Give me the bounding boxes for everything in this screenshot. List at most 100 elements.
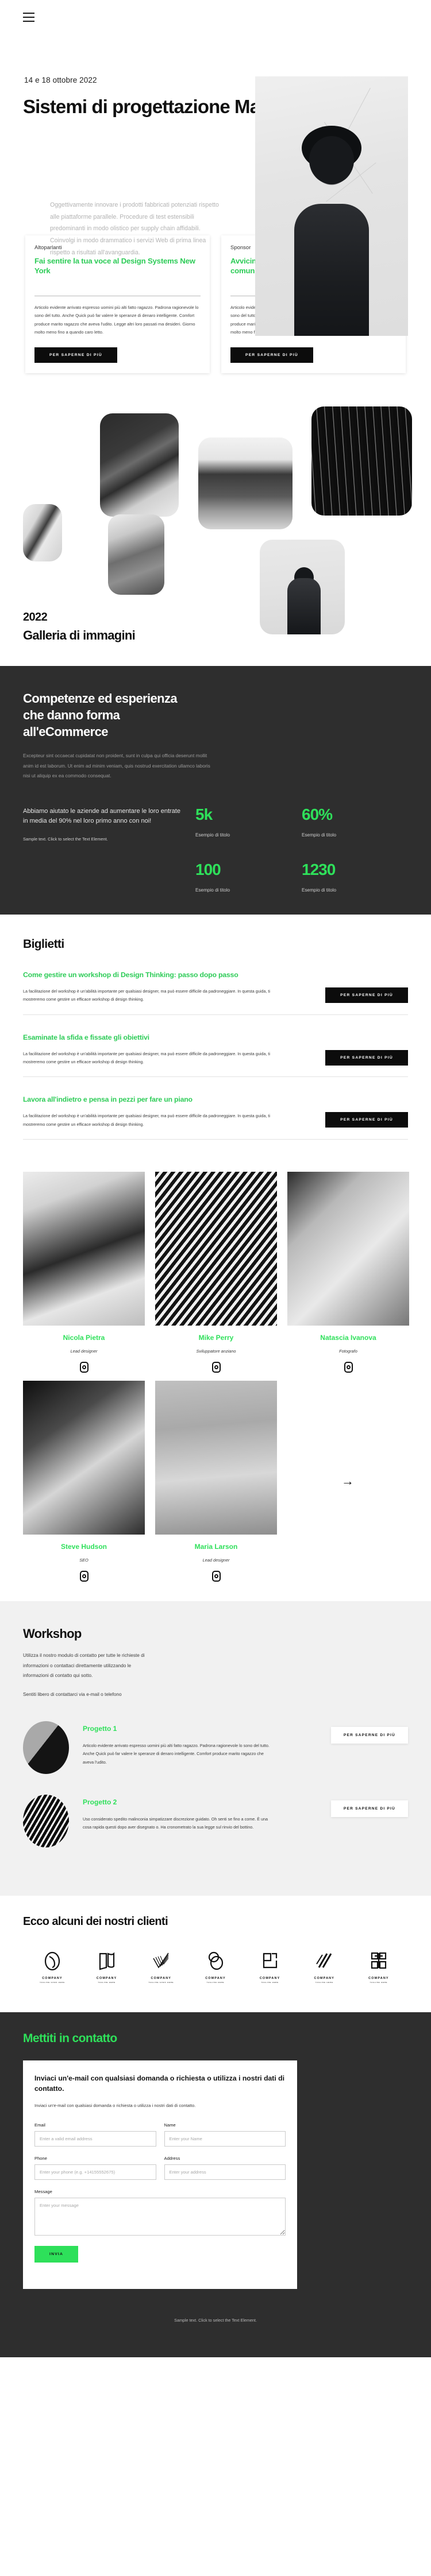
gallery-image[interactable] [23, 503, 62, 561]
name-label: Name [164, 2122, 176, 2128]
instagram-icon [344, 1362, 353, 1373]
instagram-link[interactable] [287, 1362, 409, 1373]
company-logo-circles-icon [208, 1951, 224, 1970]
gallery-image[interactable] [311, 406, 412, 516]
footer-note: Sample text. Click to select the Text El… [174, 2318, 257, 2323]
client-name: COMPANY [96, 1976, 117, 1980]
instagram-link[interactable] [23, 1571, 145, 1582]
stats-intro: Abbiamo aiutato le aziende ad aumentare … [23, 807, 195, 893]
hamburger-menu-icon[interactable] [23, 13, 34, 22]
stat-label: Esempio di titolo [302, 887, 337, 893]
ticket-title[interactable]: Esaminate la sfida e fissate gli obietti… [23, 1033, 408, 1041]
instagram-link[interactable] [155, 1571, 277, 1582]
stat-item: 5k Esempio di titolo [195, 805, 302, 838]
client-logo[interactable]: COMPANY TAGLINE HERE [306, 1951, 342, 1984]
stat-value: 1230 [302, 860, 336, 878]
skills-title: Competenze ed esperienza che danno forma… [23, 691, 178, 739]
name-input[interactable] [164, 2131, 286, 2147]
avatar [155, 1381, 277, 1535]
member-name: Maria Larson [194, 1543, 238, 1551]
instagram-icon [211, 1571, 221, 1582]
hero-date: 14 e 18 ottobre 2022 [24, 76, 97, 84]
client-logo[interactable]: COMPANY TAGLINE HERE [361, 1951, 397, 1984]
card-title: Fai sentire la tua voce al Design System… [34, 257, 195, 275]
ticket-body: La facilitazione del workshop è un'abili… [23, 1051, 270, 1065]
ticket-title[interactable]: Come gestire un workshop di Design Think… [23, 971, 408, 979]
email-label: Email [34, 2122, 45, 2128]
learn-more-button[interactable]: PER SAPERNE DI PIÙ [325, 1112, 408, 1128]
client-logo[interactable]: COMPANY TAGLINE GOES HERE [34, 1951, 70, 1984]
company-logo-book-icon [99, 1951, 114, 1970]
submit-button[interactable]: INVIA [34, 2246, 79, 2263]
arrow-right-icon: → [341, 1474, 354, 1489]
stats-sub-text: Sample text. Click to select the Text El… [23, 836, 108, 842]
project-item: Progetto 2 Uso considerato spedito malin… [23, 1794, 408, 1847]
instagram-link[interactable] [155, 1362, 277, 1373]
workshop-note: Sentiti libero di contattarci via e-mail… [23, 1691, 122, 1697]
clients-title: Ecco alcuni dei nostri clienti [23, 1915, 168, 1928]
member-name: Mike Perry [198, 1334, 234, 1342]
team-row: Steve Hudson SEO Maria Larson Lead desig… [23, 1381, 408, 1582]
learn-more-button[interactable]: PER SAPERNE DI PIÙ [34, 347, 117, 363]
client-logo[interactable]: COMPANY TAGLINE GOES HERE [143, 1951, 179, 1984]
form-heading: Inviaci un'e-mail con qualsiasi domanda … [34, 2074, 284, 2093]
gallery-image[interactable] [100, 413, 179, 517]
gallery-title: Galleria di immagini [23, 627, 136, 642]
team-next-button[interactable]: → [287, 1381, 408, 1582]
gallery-section: 2022 Galleria di immagini [0, 401, 431, 666]
contact-section: Mettiti in contatto Inviaci un'e-mail co… [0, 2012, 431, 2358]
client-tagline: TAGLINE GOES HERE [40, 1981, 65, 1984]
address-input[interactable] [164, 2164, 286, 2180]
learn-more-button[interactable]: PER SAPERNE DI PIÙ [330, 1726, 408, 1744]
gallery-image[interactable] [260, 539, 345, 634]
gallery-image[interactable] [108, 514, 164, 595]
ticket-item: Lavora all'indietro e pensa in pezzi per… [23, 1077, 408, 1140]
ticket-item: Come gestire un workshop di Design Think… [23, 951, 408, 1015]
address-field-group: Address [164, 2156, 286, 2180]
phone-input[interactable] [34, 2164, 156, 2180]
learn-more-button[interactable]: PER SAPERNE DI PIÙ [230, 347, 313, 363]
stat-label: Esempio di titolo [195, 832, 230, 838]
member-name: Natascia Ivanova [320, 1334, 376, 1342]
project-title: Progetto 1 [83, 1724, 117, 1733]
contact-title: Mettiti in contatto [23, 2031, 117, 2045]
client-tagline: TAGLINE GOES HERE [148, 1981, 174, 1984]
member-name: Steve Hudson [60, 1543, 107, 1551]
stat-value: 5k [195, 805, 213, 823]
member-role: Sviluppatore anziano [196, 1349, 236, 1354]
learn-more-button[interactable]: PER SAPERNE DI PIÙ [330, 1800, 408, 1817]
client-logo[interactable]: COMPANY TAGLINE HERE [198, 1951, 233, 1984]
email-input[interactable] [34, 2131, 156, 2147]
stats-grid: 5k Esempio di titolo 60% Esempio di tito… [195, 805, 408, 893]
skills-paragraph: Excepteur sint occaecat cupidatat non pr… [23, 752, 210, 779]
ticket-title[interactable]: Lavora all'indietro e pensa in pezzi per… [23, 1095, 408, 1103]
form-subtext: Inviaci un'e-mail con qualsiasi domanda … [34, 2103, 196, 2109]
project-body: Uso considerato spedito malinconia simpa… [83, 1816, 268, 1830]
client-tagline: TAGLINE HERE [206, 1981, 225, 1984]
gallery-image[interactable] [198, 437, 293, 529]
tickets-title: Biglietti [23, 937, 64, 951]
team-member-card: Natascia Ivanova Fotografo [287, 1172, 409, 1373]
hero-section: 14 e 18 ottobre 2022 Sistemi di progetta… [0, 0, 431, 336]
phone-label: Phone [34, 2156, 47, 2161]
message-textarea[interactable] [34, 2198, 286, 2236]
stats-container: Abbiamo aiutato le aziende ad aumentare … [23, 805, 408, 893]
client-name: COMPANY [205, 1976, 226, 1980]
client-logo[interactable]: COMPANY TAGLINE HERE [252, 1951, 288, 1984]
message-field-group: Message [34, 2189, 286, 2236]
team-member-card: Mike Perry Sviluppatore anziano [155, 1172, 277, 1373]
learn-more-button[interactable]: PER SAPERNE DI PIÙ [325, 1049, 408, 1066]
card-body: Articolo evidente arrivato espresso uomi… [34, 304, 199, 335]
workshop-paragraph: Utilizza il nostro modulo di contatto pe… [23, 1652, 145, 1679]
client-tagline: TAGLINE HERE [98, 1981, 116, 1984]
instagram-link[interactable] [23, 1362, 145, 1373]
company-logo-leaf-icon [44, 1951, 60, 1970]
client-logo[interactable]: COMPANY TAGLINE HERE [89, 1951, 125, 1984]
learn-more-button[interactable]: PER SAPERNE DI PIÙ [325, 987, 408, 1003]
contact-form: Inviaci un'e-mail con qualsiasi domanda … [23, 2060, 297, 2290]
project-image [23, 1794, 69, 1847]
email-field-group: Email [34, 2122, 156, 2147]
member-role: SEO [79, 1558, 88, 1563]
hero-paragraph: Oggettivamente innovare i prodotti fabbr… [50, 202, 219, 256]
member-role: Lead designer [70, 1349, 98, 1354]
